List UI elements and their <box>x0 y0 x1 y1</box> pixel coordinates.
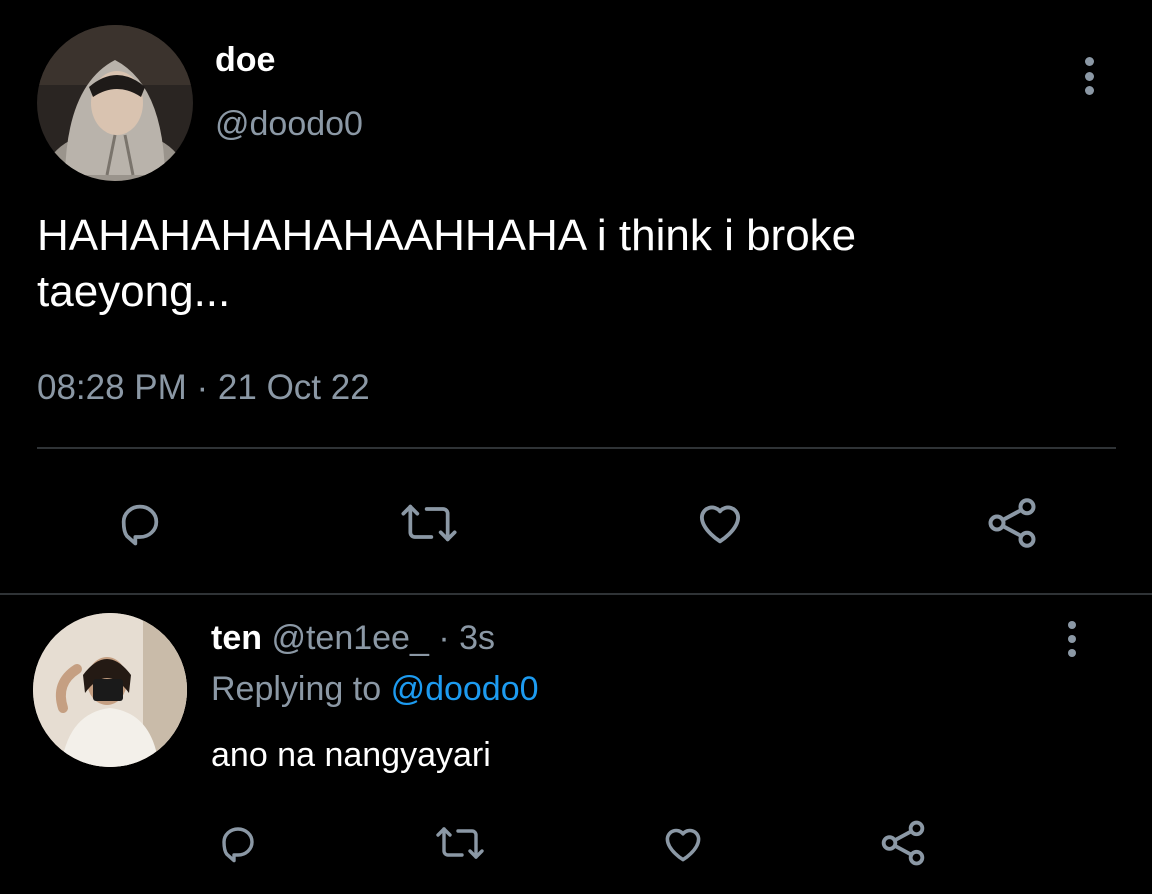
share-icon[interactable] <box>876 816 930 870</box>
like-icon[interactable] <box>656 818 710 868</box>
reply-more-options-button[interactable] <box>1066 621 1078 657</box>
more-dot-icon <box>1084 86 1094 95</box>
more-dot-icon <box>1068 635 1076 643</box>
tweet-text-line: taeyong... <box>37 267 231 316</box>
more-dot-icon <box>1084 57 1094 66</box>
tweet-text-line: HAHAHAHAHAHAAHHAHA i think i broke <box>37 211 857 260</box>
more-dot-icon <box>1068 649 1076 657</box>
replying-to-handle-link[interactable]: @doodo0 <box>391 670 539 708</box>
reply-text: ano na nangyayari <box>211 736 491 774</box>
retweet-icon[interactable] <box>429 819 491 867</box>
reply-header: ten @ten1ee_ · 3s <box>211 617 495 659</box>
reply-author-display-name[interactable]: ten <box>211 619 262 657</box>
reply-time[interactable]: · 3s <box>438 619 495 657</box>
share-icon[interactable] <box>982 493 1042 553</box>
author-handle[interactable]: @doodo0 <box>215 104 363 144</box>
tweet-text: HAHAHAHAHAHAAHHAHA i think i broke taeyo… <box>37 208 856 320</box>
divider <box>0 593 1152 595</box>
avatar-doe[interactable] <box>37 25 193 181</box>
author-display-name[interactable]: doe <box>215 40 275 80</box>
reply-icon[interactable] <box>214 819 262 867</box>
more-dot-icon <box>1084 71 1094 81</box>
like-icon[interactable] <box>689 493 751 551</box>
replying-to: Replying to @doodo0 <box>211 668 539 710</box>
more-options-button[interactable] <box>1083 57 1095 95</box>
reply-icon[interactable] <box>112 495 168 551</box>
retweet-icon[interactable] <box>393 495 465 551</box>
reply-author-handle[interactable]: @ten1ee_ <box>271 619 428 657</box>
replying-to-label: Replying to <box>211 670 382 708</box>
divider <box>37 447 1116 449</box>
more-dot-icon <box>1068 621 1076 629</box>
tweet-timestamp[interactable]: 08:28 PM · 21 Oct 22 <box>37 366 370 410</box>
avatar-ten[interactable] <box>33 613 187 767</box>
